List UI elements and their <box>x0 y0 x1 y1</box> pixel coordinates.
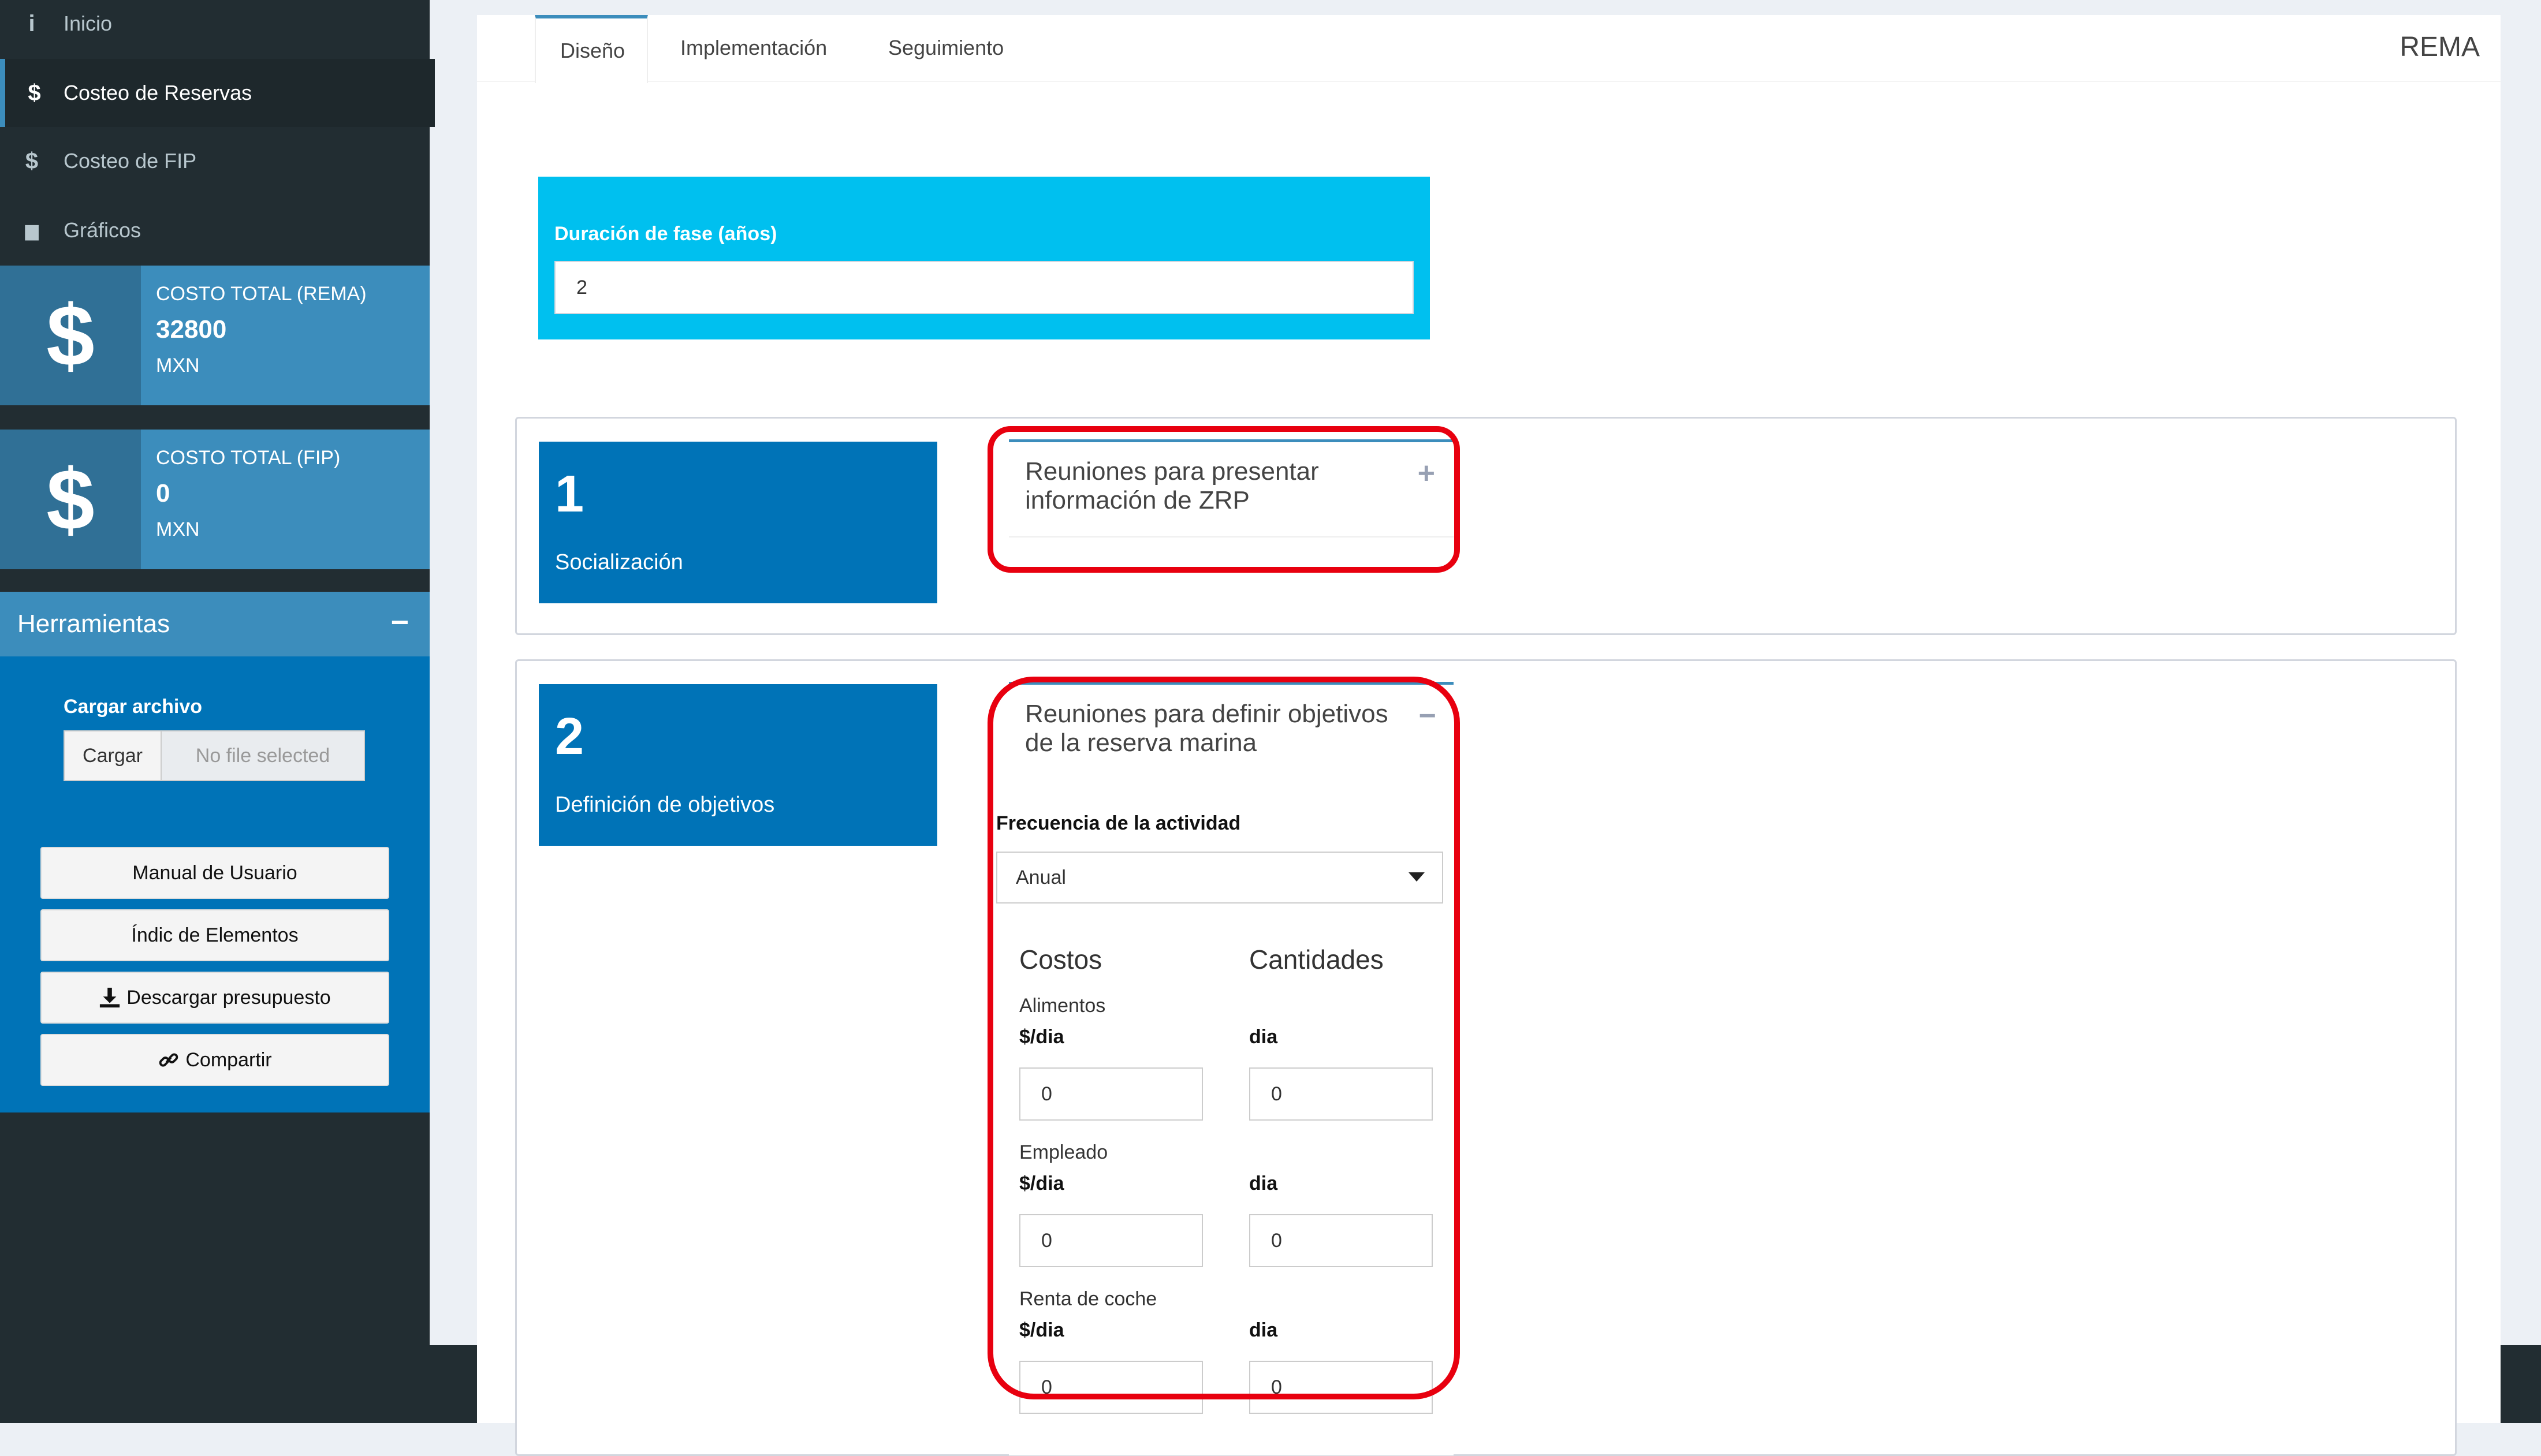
corner-footer <box>2501 1345 2541 1423</box>
phase-name: Socialización <box>555 550 683 574</box>
button-label: Índic de Elementos <box>131 924 299 946</box>
phase-box-1: 1 Socialización <box>539 442 937 603</box>
tab-seguimiento[interactable]: Seguimiento <box>888 15 1004 81</box>
infobox-value: 32800 <box>156 315 227 344</box>
phase-box-2: 2 Definición de objetivos <box>539 684 937 846</box>
sidebar: i Inicio $ Costeo de Reservas $ Costeo d… <box>0 0 435 1423</box>
infobox-costo-fip: $ COSTO TOTAL (FIP) 0 MXN <box>0 430 430 569</box>
download-budget-button[interactable]: Descargar presupuesto <box>40 972 389 1024</box>
dollar-icon: $ <box>0 266 141 405</box>
infobox-title: COSTO TOTAL (FIP) <box>156 447 341 469</box>
file-status: No file selected <box>162 730 365 781</box>
button-label: Descargar presupuesto <box>126 986 331 1009</box>
file-upload-label: Cargar archivo <box>64 696 202 718</box>
infobox-title: COSTO TOTAL (REMA) <box>156 283 367 305</box>
share-button[interactable]: Compartir <box>40 1034 389 1086</box>
nav-item-graficos[interactable]: ▆ Gráficos <box>0 196 430 264</box>
nav-label: Costeo de Reservas <box>64 81 252 104</box>
button-label: Compartir <box>185 1048 272 1071</box>
nav-item-costeo-reservas[interactable]: $ Costeo de Reservas <box>0 59 435 127</box>
tabs-bar: Diseño Implementación Seguimiento REMA <box>477 15 2501 83</box>
nav-label: Inicio <box>64 12 113 35</box>
file-upload: Cargar No file selected <box>64 730 365 781</box>
nav-item-inicio[interactable]: i Inicio <box>0 0 430 58</box>
highlight-ring <box>988 426 1460 573</box>
duration-box: Duración de fase (años) 2 <box>538 177 1430 339</box>
phase-panel-2: 2 Definición de objetivos Reuniones para… <box>515 659 2457 1456</box>
sidebar-footer <box>430 1345 477 1423</box>
dollar-icon: $ <box>25 148 39 174</box>
duration-input[interactable]: 2 <box>554 261 1414 314</box>
phase-number: 2 <box>555 708 584 766</box>
nav-label: Gráficos <box>64 218 141 242</box>
tools-header: Herramientas − <box>0 592 430 656</box>
upload-button[interactable]: Cargar <box>64 730 162 781</box>
infobox-unit: MXN <box>156 354 200 376</box>
user-manual-button[interactable]: Manual de Usuario <box>40 847 389 899</box>
download-icon <box>100 987 120 1008</box>
nav-item-costeo-fip[interactable]: $ Costeo de FIP <box>0 127 430 195</box>
nav-label: Costeo de FIP <box>64 149 197 173</box>
phase-number: 1 <box>555 465 584 523</box>
tools-box: Herramientas − Cargar archivo Cargar No … <box>0 592 430 1112</box>
button-label: Manual de Usuario <box>132 861 297 884</box>
infobox-costo-rema: $ COSTO TOTAL (REMA) 32800 MXN <box>0 266 430 405</box>
brand-label: REMA <box>2400 32 2480 62</box>
phase-name: Definición de objetivos <box>555 793 775 817</box>
tools-title: Herramientas <box>17 610 170 638</box>
highlight-ring <box>988 677 1460 1399</box>
dollar-icon: $ <box>0 430 141 569</box>
element-index-button[interactable]: Índic de Elementos <box>40 909 389 961</box>
info-icon: i <box>28 10 35 36</box>
infobox-unit: MXN <box>156 518 200 540</box>
phase-panel-1: 1 Socialización Reuniones para presentar… <box>515 417 2457 635</box>
link-icon <box>159 1053 178 1067</box>
infobox-value: 0 <box>156 479 170 507</box>
dollar-icon: $ <box>28 80 41 106</box>
collapse-icon[interactable]: − <box>390 604 409 640</box>
main-content: Diseño Implementación Seguimiento REMA D… <box>477 15 2501 1456</box>
duration-label: Duración de fase (años) <box>554 223 777 245</box>
tab-implementacion[interactable]: Implementación <box>680 15 827 81</box>
bar-chart-icon: ▆ <box>25 221 39 240</box>
tab-diseno[interactable]: Diseño <box>535 15 648 83</box>
